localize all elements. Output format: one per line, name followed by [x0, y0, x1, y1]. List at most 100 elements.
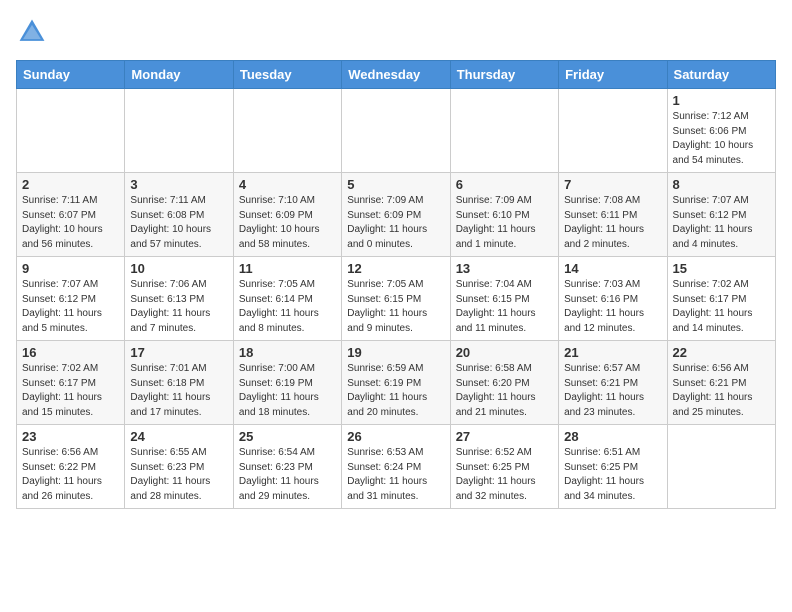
day-detail: Sunrise: 7:02 AM Sunset: 6:17 PM Dayligh…: [673, 278, 770, 336]
weekday-header-row: SundayMondayTuesdayWednesdayThursdayFrid…: [17, 61, 776, 89]
day-detail: Sunrise: 7:00 AM Sunset: 6:19 PM Dayligh…: [239, 362, 336, 420]
weekday-header-friday: Friday: [559, 61, 667, 89]
week-row-3: 9 Sunrise: 7:07 AM Sunset: 6:12 PM Daylig…: [17, 257, 776, 341]
calendar-cell: 14 Sunrise: 7:03 AM Sunset: 6:16 PM Dayli…: [559, 257, 667, 341]
day-detail: Sunrise: 6:59 AM Sunset: 6:19 PM Dayligh…: [347, 362, 444, 420]
calendar-cell: 20 Sunrise: 6:58 AM Sunset: 6:20 PM Dayli…: [450, 341, 558, 425]
calendar-cell: 26Sunrise: 6:53 AM Sunset: 6:24 PM Dayli…: [342, 425, 450, 509]
day-number: 11: [239, 261, 336, 276]
calendar-cell: 9 Sunrise: 7:07 AM Sunset: 6:12 PM Daylig…: [17, 257, 125, 341]
calendar-cell: 3 Sunrise: 7:11 AM Sunset: 6:08 PM Daylig…: [125, 173, 233, 257]
day-number: 28: [564, 429, 661, 444]
day-detail: Sunrise: 7:09 AM Sunset: 6:10 PM Dayligh…: [456, 194, 553, 252]
calendar-cell: 17 Sunrise: 7:01 AM Sunset: 6:18 PM Dayli…: [125, 341, 233, 425]
day-number: 21: [564, 345, 661, 360]
day-detail: Sunrise: 7:11 AM Sunset: 6:07 PM Dayligh…: [22, 194, 119, 252]
week-row-2: 2 Sunrise: 7:11 AM Sunset: 6:07 PM Daylig…: [17, 173, 776, 257]
calendar-cell: 10 Sunrise: 7:06 AM Sunset: 6:13 PM Dayli…: [125, 257, 233, 341]
calendar-cell: 25 Sunrise: 6:54 AM Sunset: 6:23 PM Dayli…: [233, 425, 341, 509]
week-row-1: 1 Sunrise: 7:12 AM Sunset: 6:06 PM Daylig…: [17, 89, 776, 173]
day-detail: Sunrise: 7:07 AM Sunset: 6:12 PM Dayligh…: [22, 278, 119, 336]
day-detail: Sunrise: 6:58 AM Sunset: 6:20 PM Dayligh…: [456, 362, 553, 420]
logo-icon: [16, 16, 48, 48]
day-detail: Sunrise: 6:56 AM Sunset: 6:22 PM Dayligh…: [22, 446, 119, 504]
calendar-cell: 1 Sunrise: 7:12 AM Sunset: 6:06 PM Daylig…: [667, 89, 775, 173]
calendar-cell: 8 Sunrise: 7:07 AM Sunset: 6:12 PM Daylig…: [667, 173, 775, 257]
day-detail: Sunrise: 7:05 AM Sunset: 6:15 PM Dayligh…: [347, 278, 444, 336]
day-number: 6: [456, 177, 553, 192]
day-detail: Sunrise: 6:53 AM Sunset: 6:24 PM Dayligh…: [347, 446, 444, 504]
calendar-cell: 11 Sunrise: 7:05 AM Sunset: 6:14 PM Dayli…: [233, 257, 341, 341]
calendar-cell: 24 Sunrise: 6:55 AM Sunset: 6:23 PM Dayli…: [125, 425, 233, 509]
day-detail: Sunrise: 7:07 AM Sunset: 6:12 PM Dayligh…: [673, 194, 770, 252]
day-detail: Sunrise: 6:52 AM Sunset: 6:25 PM Dayligh…: [456, 446, 553, 504]
day-detail: Sunrise: 7:06 AM Sunset: 6:13 PM Dayligh…: [130, 278, 227, 336]
day-number: 4: [239, 177, 336, 192]
day-number: 24: [130, 429, 227, 444]
day-number: 10: [130, 261, 227, 276]
day-number: 16: [22, 345, 119, 360]
day-number: 9: [22, 261, 119, 276]
day-detail: Sunrise: 6:55 AM Sunset: 6:23 PM Dayligh…: [130, 446, 227, 504]
calendar-cell: 2 Sunrise: 7:11 AM Sunset: 6:07 PM Daylig…: [17, 173, 125, 257]
calendar-cell: 28Sunrise: 6:51 AM Sunset: 6:25 PM Dayli…: [559, 425, 667, 509]
day-detail: Sunrise: 7:10 AM Sunset: 6:09 PM Dayligh…: [239, 194, 336, 252]
day-detail: Sunrise: 7:02 AM Sunset: 6:17 PM Dayligh…: [22, 362, 119, 420]
calendar-cell: 12 Sunrise: 7:05 AM Sunset: 6:15 PM Dayli…: [342, 257, 450, 341]
calendar-cell: 6 Sunrise: 7:09 AM Sunset: 6:10 PM Daylig…: [450, 173, 558, 257]
day-number: 14: [564, 261, 661, 276]
calendar-table: SundayMondayTuesdayWednesdayThursdayFrid…: [16, 60, 776, 509]
weekday-header-monday: Monday: [125, 61, 233, 89]
logo: [16, 16, 52, 48]
day-number: 25: [239, 429, 336, 444]
day-number: 20: [456, 345, 553, 360]
calendar-cell: 18 Sunrise: 7:00 AM Sunset: 6:19 PM Dayli…: [233, 341, 341, 425]
day-number: 15: [673, 261, 770, 276]
day-number: 3: [130, 177, 227, 192]
day-detail: Sunrise: 7:12 AM Sunset: 6:06 PM Dayligh…: [673, 110, 770, 168]
calendar-cell: 7 Sunrise: 7:08 AM Sunset: 6:11 PM Daylig…: [559, 173, 667, 257]
day-detail: Sunrise: 7:09 AM Sunset: 6:09 PM Dayligh…: [347, 194, 444, 252]
calendar-cell: 22 Sunrise: 6:56 AM Sunset: 6:21 PM Dayli…: [667, 341, 775, 425]
day-detail: Sunrise: 7:03 AM Sunset: 6:16 PM Dayligh…: [564, 278, 661, 336]
day-detail: Sunrise: 7:11 AM Sunset: 6:08 PM Dayligh…: [130, 194, 227, 252]
week-row-4: 16 Sunrise: 7:02 AM Sunset: 6:17 PM Dayli…: [17, 341, 776, 425]
calendar-cell: [17, 89, 125, 173]
day-detail: Sunrise: 7:08 AM Sunset: 6:11 PM Dayligh…: [564, 194, 661, 252]
day-number: 27: [456, 429, 553, 444]
day-number: 17: [130, 345, 227, 360]
day-number: 2: [22, 177, 119, 192]
calendar-cell: 13 Sunrise: 7:04 AM Sunset: 6:15 PM Dayli…: [450, 257, 558, 341]
calendar-cell: [667, 425, 775, 509]
day-number: 8: [673, 177, 770, 192]
calendar-cell: 4 Sunrise: 7:10 AM Sunset: 6:09 PM Daylig…: [233, 173, 341, 257]
calendar-cell: [342, 89, 450, 173]
calendar-cell: 15 Sunrise: 7:02 AM Sunset: 6:17 PM Dayli…: [667, 257, 775, 341]
day-number: 13: [456, 261, 553, 276]
day-detail: Sunrise: 7:04 AM Sunset: 6:15 PM Dayligh…: [456, 278, 553, 336]
calendar-cell: 23 Sunrise: 6:56 AM Sunset: 6:22 PM Dayli…: [17, 425, 125, 509]
day-detail: Sunrise: 7:01 AM Sunset: 6:18 PM Dayligh…: [130, 362, 227, 420]
day-detail: Sunrise: 6:56 AM Sunset: 6:21 PM Dayligh…: [673, 362, 770, 420]
week-row-5: 23 Sunrise: 6:56 AM Sunset: 6:22 PM Dayli…: [17, 425, 776, 509]
weekday-header-saturday: Saturday: [667, 61, 775, 89]
weekday-header-sunday: Sunday: [17, 61, 125, 89]
day-number: 23: [22, 429, 119, 444]
calendar-cell: 19 Sunrise: 6:59 AM Sunset: 6:19 PM Dayli…: [342, 341, 450, 425]
calendar-cell: 21 Sunrise: 6:57 AM Sunset: 6:21 PM Dayli…: [559, 341, 667, 425]
calendar-cell: 5Sunrise: 7:09 AM Sunset: 6:09 PM Daylig…: [342, 173, 450, 257]
calendar-cell: [450, 89, 558, 173]
day-number: 22: [673, 345, 770, 360]
calendar-cell: 16 Sunrise: 7:02 AM Sunset: 6:17 PM Dayli…: [17, 341, 125, 425]
weekday-header-thursday: Thursday: [450, 61, 558, 89]
calendar-cell: [125, 89, 233, 173]
day-number: 12: [347, 261, 444, 276]
day-detail: Sunrise: 6:57 AM Sunset: 6:21 PM Dayligh…: [564, 362, 661, 420]
day-number: 1: [673, 93, 770, 108]
weekday-header-tuesday: Tuesday: [233, 61, 341, 89]
day-number: 19: [347, 345, 444, 360]
day-number: 7: [564, 177, 661, 192]
day-number: 18: [239, 345, 336, 360]
day-detail: Sunrise: 6:54 AM Sunset: 6:23 PM Dayligh…: [239, 446, 336, 504]
day-detail: Sunrise: 7:05 AM Sunset: 6:14 PM Dayligh…: [239, 278, 336, 336]
